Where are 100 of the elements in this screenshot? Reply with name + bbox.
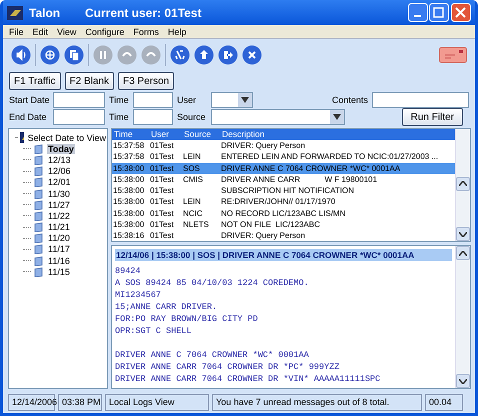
table-cell-text: 15:38:00 <box>112 196 146 208</box>
table-cell-text: 01Test <box>149 196 175 208</box>
tree-item[interactable]: 12/06 <box>47 166 72 176</box>
field-label: User <box>177 94 198 104</box>
table-cell-text: DRIVER ANNE CARR W F 19800101 <box>220 174 378 186</box>
status-field: 00.04 <box>425 394 463 410</box>
run-filter-button[interactable]: Run Filter <box>402 108 463 126</box>
field-label: Start Date <box>9 94 49 104</box>
column-header[interactable]: User <box>149 129 182 140</box>
tree-item[interactable]: 11/17 <box>47 244 71 254</box>
table-cell-text: CMIS <box>182 174 204 186</box>
table-cell-text: 15:37:58 <box>112 140 146 152</box>
folder-icon <box>34 244 44 254</box>
end-date-field[interactable] <box>53 109 105 125</box>
table-cell-text: 15:38:00 <box>112 162 146 174</box>
app-icon <box>7 6 23 20</box>
time-field[interactable] <box>133 109 173 125</box>
close-icon[interactable] <box>242 45 262 65</box>
table-cell-text: 15:37:58 <box>112 151 146 163</box>
table-row[interactable]: 15:38:00 01Test SOS DRIVER ANNE C 7064 CROWNER *WC* 0001AA <box>112 162 455 174</box>
table-cell-text: RE:DRIVER/JOHN// 01/17/1970 <box>220 196 336 208</box>
window-controls-drawing[interactable] <box>408 3 471 22</box>
table-cell-text: NOT ON FILE LIC/123ABC <box>220 219 321 230</box>
caret-icon <box>333 114 341 120</box>
folder-icon <box>34 200 44 210</box>
tree-item[interactable]: 12/13 <box>47 154 72 165</box>
folder-icon <box>34 154 44 165</box>
folder-icon <box>34 166 44 176</box>
table-cell-text: DRIVER ANNE C 7064 CROWNER *WC* 0001AA <box>220 162 402 174</box>
table-cell-text: NLETS <box>182 219 210 230</box>
globe-icon[interactable] <box>40 45 60 65</box>
table-row[interactable]: 15:38:00 01Test NLETS NOT ON FILE LIC/123ABC <box>112 219 455 230</box>
form-button[interactable]: F1 Traffic <box>9 72 60 90</box>
status-field: 03:38 PM <box>58 394 102 410</box>
folder-icon <box>34 266 44 277</box>
message-line: 89424 <box>115 265 142 277</box>
table-cell-text: 01Test <box>149 174 175 186</box>
table-cell-text: 01Test <box>149 208 175 220</box>
exit-icon[interactable] <box>218 45 238 65</box>
table-cell-text: LEIN <box>182 196 202 208</box>
tree-item[interactable]: 11/21 <box>47 222 71 232</box>
table-row[interactable]: 15:37:58 01Test LEIN ENTERED LEIN AND FORWARDED TO NCIC:01/27/2003 ... <box>112 151 455 163</box>
tree-item[interactable]: 12/01 <box>47 177 72 188</box>
table-cell-text: 01Test <box>149 162 175 174</box>
tree-item[interactable]: 11/27 <box>47 200 71 210</box>
menu-item[interactable]: Edit <box>32 26 48 36</box>
copy-icon[interactable] <box>64 45 84 65</box>
folder-icon <box>34 144 44 154</box>
user-dropdown[interactable] <box>211 92 253 108</box>
tree-item[interactable]: 11/22 <box>47 210 71 221</box>
tree-item[interactable]: 11/15 <box>47 266 71 277</box>
form-button[interactable]: F2 Blank <box>64 72 114 90</box>
table-row[interactable]: 15:38:00 01Test SUBSCRIPTION HIT NOTIFICATION <box>112 185 455 196</box>
table-row[interactable]: 15:38:16 01Test DRIVER: Query Person <box>112 230 455 242</box>
column-header[interactable]: Description <box>220 129 452 140</box>
column-header[interactable]: Source <box>182 129 220 140</box>
table-cell-text: SUBSCRIPTION HIT NOTIFICATION <box>220 185 356 196</box>
table-cell-text: 01Test <box>149 185 175 196</box>
menu-item[interactable]: View <box>57 26 76 36</box>
start-date-field[interactable] <box>53 92 105 108</box>
form-button[interactable]: F3 Person <box>118 72 174 90</box>
contents-field[interactable] <box>372 92 469 108</box>
table-row[interactable]: 15:38:00 01Test LEIN RE:DRIVER/JOHN// 01/17/1970 <box>112 196 455 208</box>
speaker-icon[interactable] <box>11 45 31 65</box>
menu-item[interactable]: Forms <box>133 26 159 36</box>
tree-item[interactable]: Today <box>47 144 75 154</box>
table-cell-text: 01Test <box>149 140 175 152</box>
table-cell-text: 01Test <box>149 230 175 242</box>
status-field: You have 7 unread messages out of 8 total. <box>212 394 422 410</box>
menu-item[interactable]: Configure <box>85 26 124 36</box>
table-row[interactable]: 15:38:00 01Test NCIC NO RECORD LIC/123ABC LIS/MN <box>112 208 455 220</box>
caret-icon <box>241 96 249 102</box>
message-line: DRIVER ANNE CARR 7064 CROWNER DR *PC* 999YZZ <box>115 361 340 373</box>
folder-icon <box>34 233 44 244</box>
table-cell-text: 15:38:00 <box>112 174 146 186</box>
table-cell-text: 01Test <box>149 219 175 230</box>
message-line: MI1234567 <box>115 289 162 301</box>
table-cell-text: NO RECORD LIC/123ABC LIS/MN <box>220 208 346 220</box>
upload-icon[interactable] <box>194 45 214 65</box>
tree-root-label: Select Date to View <box>26 132 107 143</box>
menu-item[interactable]: File <box>9 26 24 36</box>
tree-item[interactable]: 11/30 <box>47 188 71 199</box>
message-line: FOR:PO RAY BROWN/BIG CITY PD <box>115 313 259 325</box>
column-header[interactable]: Time <box>112 129 149 140</box>
scrollbar[interactable] <box>455 246 470 388</box>
time-field[interactable] <box>133 92 173 108</box>
folder-icon <box>34 177 44 188</box>
tree-item[interactable]: 11/16 <box>47 256 71 266</box>
envelope-icon[interactable] <box>439 47 467 63</box>
tree-item[interactable]: 11/20 <box>47 233 71 244</box>
folder-icon <box>34 222 44 232</box>
scrollbar[interactable] <box>455 129 470 241</box>
status-field: Local Logs View <box>105 394 209 410</box>
table-row[interactable]: 15:38:00 01Test CMIS DRIVER ANNE CARR W F 19800101 <box>112 174 455 186</box>
message-header: 12/14/06 | 15:38:00 | SOS | DRIVER ANNE C 7064 CROWNER *WC* 0001AA <box>115 249 452 261</box>
menu-item[interactable]: Help <box>168 26 186 36</box>
table-row[interactable]: 15:37:58 01Test DRIVER: Query Person <box>112 140 455 152</box>
table-cell-text: DRIVER: Query Person <box>220 230 306 242</box>
table-cell-text: LEIN <box>182 151 202 163</box>
window-title: Current user: 01Test <box>85 6 202 20</box>
